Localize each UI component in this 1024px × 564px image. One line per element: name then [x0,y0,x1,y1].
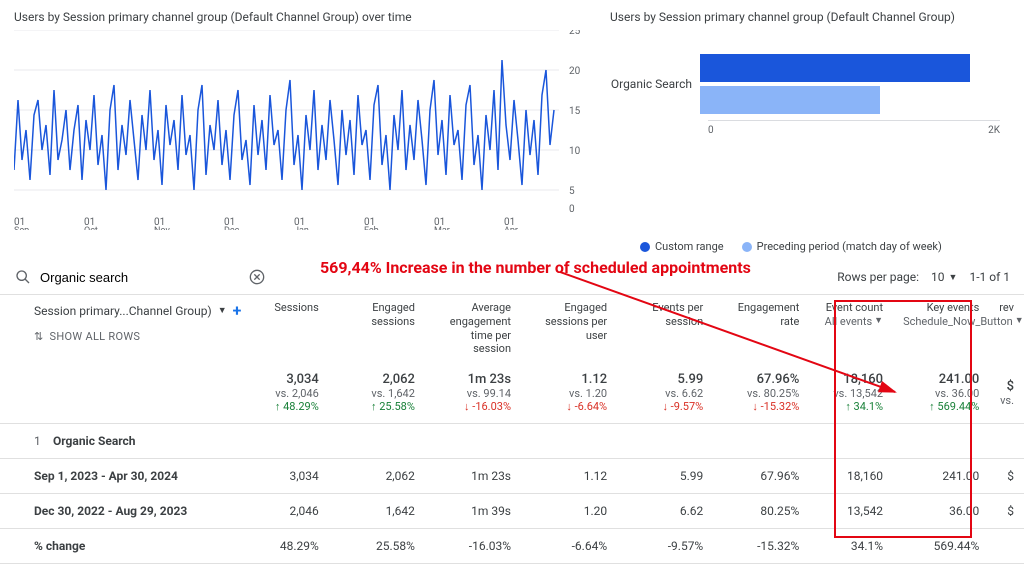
svg-text:Oct: Oct [84,226,98,230]
col-sessions[interactable]: Sessions [260,295,329,362]
bar-chart[interactable]: Organic Search 0 2K [610,54,1000,224]
table-row[interactable]: Dec 30, 2022 - Aug 29, 2023 2,0461,6421m… [0,494,1024,529]
rows-per-page-select[interactable]: 10▼ [931,270,957,284]
dimension-name[interactable]: Session primary...Channel Group) [34,304,212,318]
svg-text:15: 15 [569,106,581,117]
table-row[interactable]: % change 48.29%25.58%-16.03%-6.64%-9.57%… [0,529,1024,564]
col-engagement-rate[interactable]: Engagement rate [713,295,809,362]
chevron-down-icon: ▼ [218,305,227,316]
col-key-events[interactable]: Key events Schedule_Now_Button ▼ [893,295,989,362]
clear-search-icon[interactable] [248,268,266,286]
table-row[interactable]: Sep 1, 2023 - Apr 30, 2024 3,0342,0621m … [0,459,1024,494]
chevron-down-icon: ▼ [1015,316,1024,327]
rows-per-page-label: Rows per page: [837,270,919,284]
svg-text:5: 5 [569,186,575,197]
chevron-down-icon: ▼ [949,272,958,283]
bar-chart-title: Users by Session primary channel group (… [610,10,1014,24]
line-chart-panel: Users by Session primary channel group (… [0,0,600,260]
col-revenue[interactable]: rev [989,295,1024,362]
col-event-count[interactable]: Event count All events ▼ [809,295,893,362]
svg-text:0: 0 [569,204,575,215]
summary-row: 3,034vs. 2,046↑ 48.29% 2,062vs. 1,642↑ 2… [0,362,1024,424]
show-all-rows-button[interactable]: ⇅ SHOW ALL ROWS [34,330,250,343]
svg-text:10: 10 [569,146,581,157]
legend-preceding-period[interactable]: Preceding period (match day of week) [742,240,942,253]
search-input[interactable] [40,270,240,285]
svg-text:Dec: Dec [224,226,240,230]
chevron-down-icon: ▼ [874,316,883,327]
col-engaged-sessions[interactable]: Engaged sessions [329,295,425,362]
svg-text:Mar: Mar [434,226,450,230]
expand-icon: ⇅ [34,330,44,343]
legend-custom-range[interactable]: Custom range [640,240,724,253]
bar-category-label: Organic Search [610,77,700,91]
table-row[interactable]: 1 Organic Search [0,424,1024,459]
svg-text:Feb: Feb [364,226,379,230]
svg-text:20: 20 [569,66,581,77]
svg-text:Jan: Jan [294,226,309,230]
bar-x-min: 0 [708,125,714,136]
svg-text:Nov: Nov [154,226,170,230]
svg-text:Sep: Sep [14,226,29,230]
line-chart-title: Users by Session primary channel group (… [14,10,590,24]
bar-x-max: 2K [988,125,1000,136]
pager-range: 1-1 of 1 [969,270,1010,284]
svg-text:25: 25 [569,30,581,37]
line-chart[interactable]: 25 20 15 10 5 0 01Sep 01Oct 01Nov 01Dec … [14,30,584,230]
svg-text:Apr: Apr [504,226,518,230]
search-icon [14,268,32,286]
add-dimension-button[interactable]: + [233,301,242,320]
col-engaged-per-user[interactable]: Engaged sessions per user [521,295,617,362]
col-events-per-session[interactable]: Events per session [617,295,713,362]
col-avg-engagement[interactable]: Average engagement time per session [425,295,521,362]
bar-chart-panel: Users by Session primary channel group (… [600,0,1024,260]
